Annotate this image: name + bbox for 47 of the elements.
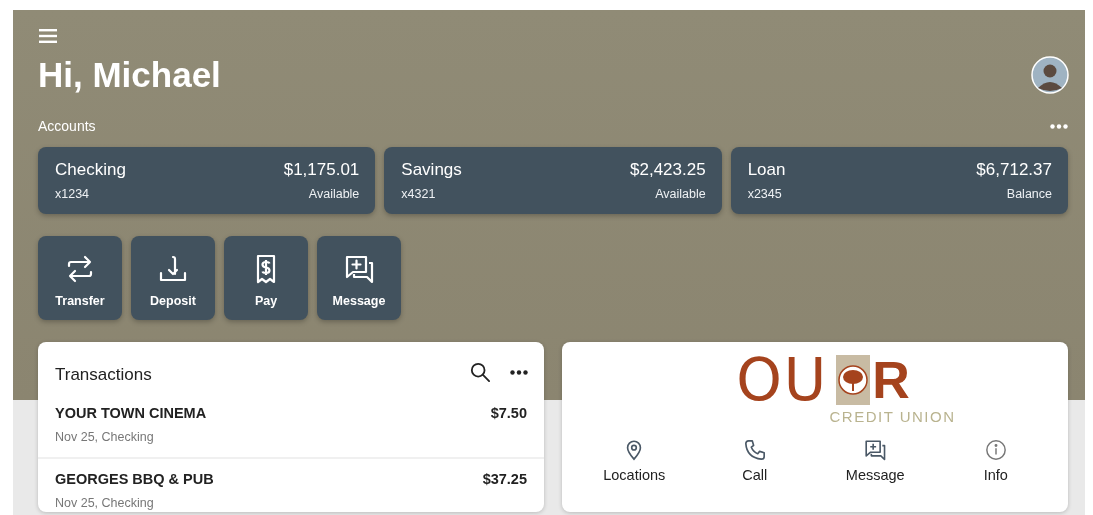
contact-link[interactable]: Call — [704, 439, 805, 483]
tree-icon — [836, 355, 871, 405]
search-icon[interactable] — [470, 362, 490, 382]
action-button[interactable]: Message — [317, 236, 401, 320]
transaction-detail: Nov 25, Checking — [55, 430, 155, 444]
account-number: x1234 — [55, 187, 90, 201]
greeting: Hi, Michael — [38, 55, 221, 95]
merchant-name: YOUR TOWN CINEMA — [55, 405, 207, 421]
chat-plus-icon — [344, 254, 374, 284]
contact-link[interactable]: Locations — [584, 439, 685, 483]
contact-link[interactable]: Message — [825, 439, 926, 483]
merchant-name: GEORGES BBQ & PUB — [55, 471, 214, 487]
phone-icon — [743, 439, 766, 461]
action-button[interactable]: Pay — [224, 236, 308, 320]
chat-plus-icon — [864, 439, 887, 461]
transaction-row[interactable]: GEORGES BBQ & PUB $37.25 Nov 25, Checking — [38, 457, 544, 515]
contact-link[interactable]: Info — [945, 439, 1046, 483]
account-name: Loan — [747, 160, 786, 180]
transaction-detail: Nov 25, Checking — [55, 496, 155, 510]
amount-label: Available — [308, 187, 360, 201]
account-name: Checking — [55, 160, 126, 180]
account-number: x2345 — [747, 187, 782, 201]
more-icon[interactable] — [510, 369, 528, 375]
avatar-icon[interactable] — [1031, 56, 1069, 94]
section-title: Accounts — [38, 118, 96, 134]
action-button[interactable]: Transfer — [38, 236, 122, 320]
account-name: Savings — [401, 160, 462, 180]
download-icon — [158, 254, 188, 284]
amount-label: Balance — [1006, 187, 1052, 201]
logo-wordmark: OU — [736, 354, 829, 406]
card-title: Transactions — [55, 365, 153, 385]
menu-icon[interactable] — [38, 28, 58, 44]
account-card[interactable]: Loan $6,712.37 x2345 Balance — [730, 147, 1068, 214]
transaction-amount: $7.50 — [490, 405, 527, 421]
account-amount: $1,175.01 — [283, 160, 360, 180]
swap-arrows-icon — [65, 254, 95, 284]
action-button[interactable]: Deposit — [131, 236, 215, 320]
account-number: x4321 — [401, 187, 436, 201]
account-amount: $6,712.37 — [976, 160, 1052, 180]
transaction-amount: $37.25 — [482, 471, 527, 487]
logo-tagline: CREDIT UNION — [829, 408, 956, 425]
info-icon — [984, 439, 1007, 461]
account-card[interactable]: Savings $2,423.25 x4321 Available — [384, 147, 722, 214]
amount-label: Available — [655, 187, 706, 201]
transaction-row[interactable]: YOUR TOWN CINEMA $7.50 Nov 25, Checking — [38, 393, 544, 457]
account-card[interactable]: Checking $1,175.01 x1234 Available — [38, 147, 376, 214]
account-amount: $2,423.25 — [630, 160, 706, 180]
